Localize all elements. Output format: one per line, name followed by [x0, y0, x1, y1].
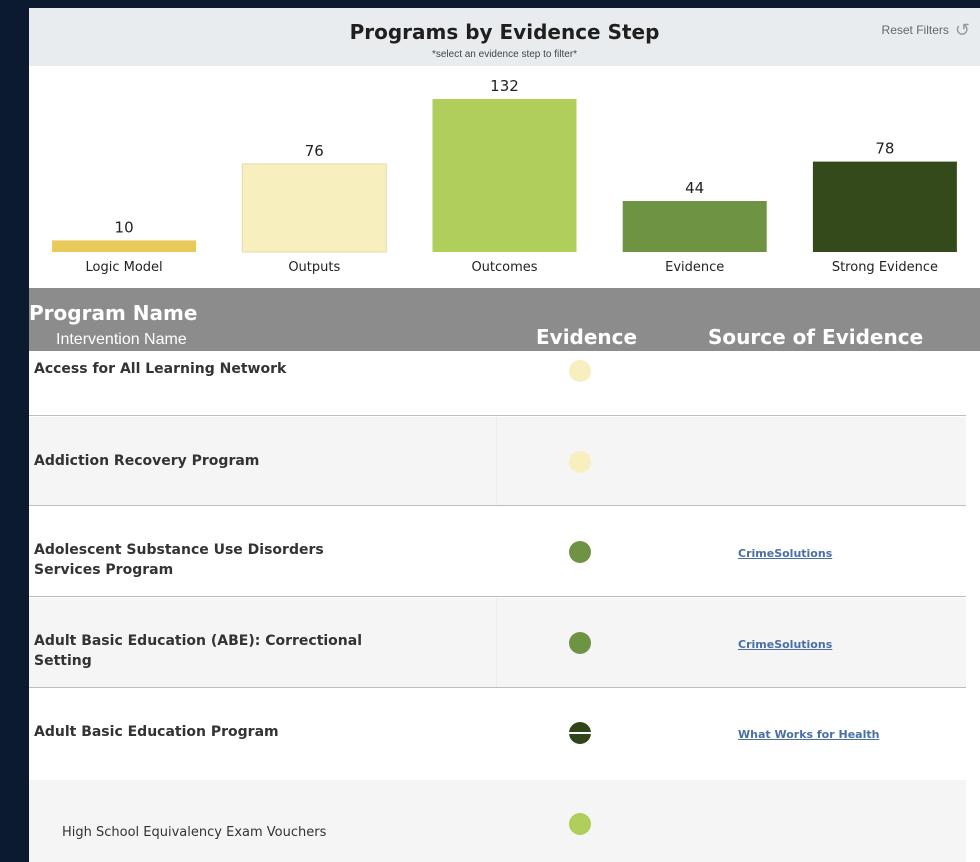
header-program-name[interactable]: Program Name	[29, 301, 197, 325]
row-divider	[29, 687, 966, 688]
table-row[interactable]: Access for All Learning Network	[29, 351, 966, 416]
program-name: Adolescent Substance Use Disorders Servi…	[34, 542, 324, 578]
evidence-dot[interactable]	[569, 360, 591, 382]
category-label[interactable]: Outcomes	[471, 260, 537, 275]
bar-outputs[interactable]	[241, 163, 387, 253]
program-name: Adult Basic Education Program	[34, 724, 279, 740]
intervention-name: High School Equivalency Exam Vouchers	[62, 825, 327, 840]
row-divider	[29, 505, 966, 506]
chart-subtitle: *select an evidence step to filter*	[431, 49, 578, 60]
bar-value-label: 132	[490, 77, 519, 95]
top-strip	[29, 0, 980, 8]
category-label[interactable]: Strong Evidence	[832, 260, 938, 275]
chart-title: Programs by Evidence Step	[349, 20, 660, 44]
table-row[interactable]: Adult Basic Education (ABE): Correctiona…	[29, 598, 966, 688]
source-link-crimesolutions[interactable]: CrimeSolutions	[738, 547, 832, 560]
row-divider	[29, 415, 966, 416]
bar-logic-model[interactable]	[52, 240, 197, 252]
column-divider	[496, 417, 497, 506]
table-row[interactable]: Adult Basic Education Program What Works…	[29, 689, 966, 779]
category-label[interactable]: Logic Model	[86, 260, 163, 275]
dashboard-frame: Programs by Evidence Step *select an evi…	[29, 0, 980, 862]
evidence-dot[interactable]	[569, 451, 591, 473]
bar-value-label: 78	[875, 140, 894, 158]
bar-evidence[interactable]	[622, 201, 767, 252]
evidence-dot[interactable]	[569, 722, 591, 744]
program-name: Adult Basic Education (ABE): Correctiona…	[34, 633, 363, 669]
table-row[interactable]: High School Equivalency Exam Vouchers	[29, 780, 966, 862]
table-header: Program Name Intervention Name Evidence …	[29, 288, 980, 351]
evidence-dot[interactable]	[569, 541, 591, 563]
bar-value-label: 76	[305, 142, 324, 160]
reset-filters-label: Reset Filters	[881, 23, 949, 37]
evidence-dot[interactable]	[569, 632, 591, 654]
program-name: Access for All Learning Network	[34, 361, 287, 377]
header-evidence[interactable]: Evidence	[536, 325, 637, 349]
category-label[interactable]: Evidence	[665, 260, 724, 275]
bar-value-label: 44	[685, 179, 704, 197]
table-row[interactable]: Adolescent Substance Use Disorders Servi…	[29, 507, 966, 597]
program-name: Addiction Recovery Program	[34, 453, 260, 469]
source-link-what-works-for-health[interactable]: What Works for Health	[738, 728, 879, 741]
source-link-crimesolutions[interactable]: CrimeSolutions	[738, 638, 832, 651]
header-intervention-name[interactable]: Intervention Name	[56, 331, 187, 349]
row-divider	[29, 596, 966, 597]
header-source-of-evidence[interactable]: Source of Evidence	[708, 325, 923, 349]
bar-strong-evidence[interactable]	[812, 161, 957, 252]
reset-filters-button[interactable]: Reset Filters ↺	[882, 21, 970, 39]
bar-outcomes[interactable]	[432, 99, 577, 252]
bar-value-label: 10	[115, 218, 134, 236]
column-divider	[496, 598, 497, 688]
undo-icon: ↺	[954, 20, 970, 40]
evidence-dot[interactable]	[569, 813, 591, 835]
table-row[interactable]: Addiction Recovery Program	[29, 417, 966, 506]
category-label[interactable]: Outputs	[288, 260, 340, 275]
dot-stripe	[569, 732, 591, 734]
chart-header: Programs by Evidence Step *select an evi…	[29, 8, 980, 66]
evidence-bar-chart: 10 Logic Model 76 Outputs 132 Outcomes 44 Evide…	[52, 77, 957, 275]
